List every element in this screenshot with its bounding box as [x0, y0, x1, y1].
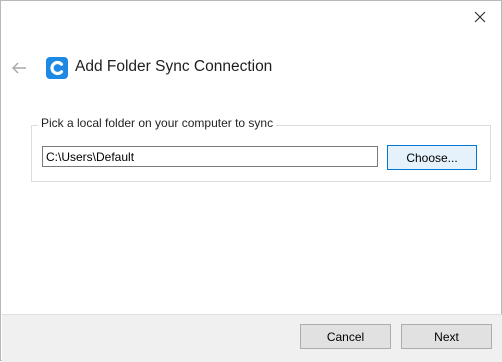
dialog-title: Add Folder Sync Connection	[75, 58, 273, 75]
dialog-window: Add Folder Sync Connection Pick a local …	[0, 0, 502, 362]
app-c-icon	[46, 57, 68, 79]
groupbox-label: Pick a local folder on your computer to …	[38, 116, 277, 130]
back-button[interactable]	[7, 57, 31, 79]
choose-button[interactable]: Choose...	[387, 145, 477, 170]
next-button[interactable]: Next	[401, 324, 492, 349]
close-icon	[474, 11, 485, 23]
folder-path-input[interactable]	[42, 146, 378, 167]
close-button[interactable]	[457, 1, 502, 33]
cancel-button[interactable]: Cancel	[300, 324, 391, 349]
back-arrow-icon	[12, 62, 26, 74]
